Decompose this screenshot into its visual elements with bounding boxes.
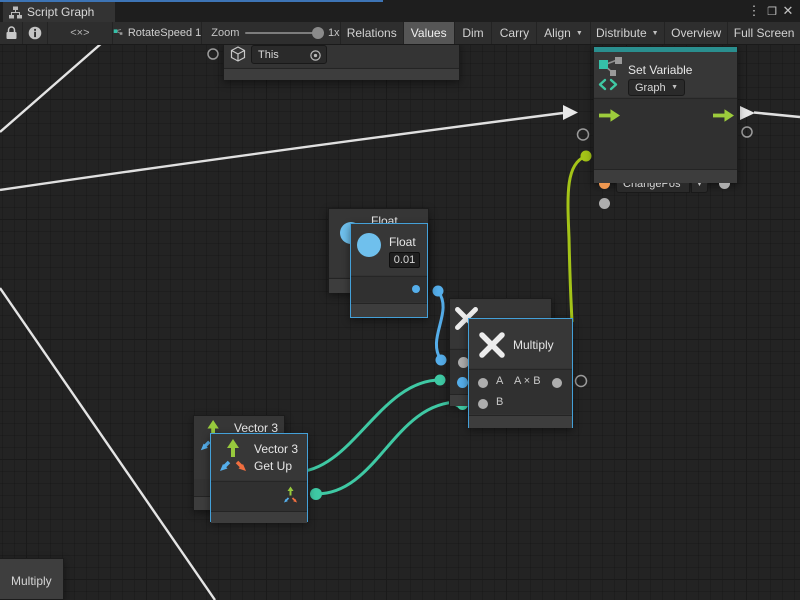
multiply-input-b-label: B [496,396,503,408]
float-output-port[interactable] [412,285,420,293]
multiply-output-label: A × B [514,375,541,387]
graph-breadcrumb[interactable]: RotateSpeed 1 [113,22,203,44]
set-variable-icon [598,56,624,92]
zoom-value: 1x [328,27,340,39]
node-footer [351,303,427,317]
code-preview-toggle[interactable]: <×> [48,22,113,44]
cube-icon [230,46,246,62]
node-multiply-partial[interactable]: Multiply [0,558,64,600]
target-picker-icon[interactable] [309,49,322,62]
float-title: Float [389,235,416,249]
zoom-label: Zoom [211,27,239,39]
multiply-input-b-port[interactable] [478,399,488,409]
info-button[interactable] [23,22,48,44]
vector3-title: Vector 3 [254,442,298,456]
graph-toolbar: <×> RotateSpeed 1 Zoom 1x Relations Valu… [0,22,800,45]
toolbar-button-distribute[interactable]: Distribute ▼ [591,22,665,44]
toolbar-button-dim[interactable]: Dim [455,22,493,44]
window-close-button[interactable]: ✕ [778,0,798,22]
graph-icon [9,6,22,19]
toolbar-button-align[interactable]: Align ▼ [537,22,590,44]
window-menu-button[interactable]: ⋮ [744,0,764,22]
script-graph-asset-icon [113,26,123,40]
code-toggle-icon: <×> [70,27,89,39]
multiply-title: Multiply [513,338,554,352]
variable-kind-dropdown[interactable]: Graph ▼ [628,79,685,96]
vector3-output-port-icon[interactable] [282,486,300,506]
node-footer [224,68,459,80]
node-footer [594,169,737,183]
info-icon [28,26,42,40]
graph-name: RotateSpeed 1 [128,27,201,39]
chevron-down-icon: ▼ [671,84,678,91]
chevron-down-icon: ▼ [652,30,659,37]
multiply-back-port-2[interactable] [457,377,468,388]
toolbar-button-overview[interactable]: Overview [665,22,728,44]
window-focus-indicator [0,0,383,2]
float-value-input[interactable]: 0.01 [389,252,420,268]
node-float[interactable]: Float 0.01 [350,223,428,318]
flow-output-arrow[interactable] [713,109,734,122]
toolbar-button-values[interactable]: Values [404,22,455,44]
chevron-down-icon: ▼ [576,30,583,37]
multiply-back-port-1[interactable] [458,357,469,368]
node-footer [469,415,572,428]
multiply-input-a-port[interactable] [478,378,488,388]
multiply-icon [477,330,507,360]
float-icon [357,233,381,257]
this-target-field[interactable]: This [251,45,327,64]
node-set-variable[interactable]: Set Variable Graph ▼ ChangePos ▼ [593,46,738,183]
vector3-icon [216,438,252,478]
node-vector3-get-up[interactable]: Vector 3 Get Up [210,433,308,522]
node-multiply[interactable]: Multiply A A × B B [468,318,573,428]
toolbar-button-relations[interactable]: Relations [341,22,404,44]
set-variable-title: Set Variable [628,63,692,77]
this-value: This [258,49,279,61]
partial-node-title: Multiply [11,574,52,588]
multiply-input-a-label: A [496,375,503,387]
value-input-port[interactable] [599,198,610,209]
vector3-subtitle: Get Up [254,459,292,473]
zoom-control: Zoom 1x [202,22,340,44]
toolbar-button-fullscreen[interactable]: Full Screen [728,22,800,44]
tab-title: Script Graph [27,5,94,19]
zoom-slider[interactable] [245,32,322,34]
toolbar-button-carry[interactable]: Carry [492,22,537,44]
node-this[interactable]: This [223,42,460,80]
tab-script-graph[interactable]: Script Graph [3,2,115,22]
flow-input-arrow[interactable] [599,109,620,122]
tab-bar: Script Graph ⋮ ❐ ✕ [0,0,800,22]
zoom-slider-handle[interactable] [312,27,324,39]
lock-icon [6,26,17,40]
node-footer [211,511,307,523]
unity-script-graph-window: This Float Float 0.01 [0,0,800,600]
multiply-output-port[interactable] [552,378,562,388]
lock-button[interactable] [0,22,23,44]
